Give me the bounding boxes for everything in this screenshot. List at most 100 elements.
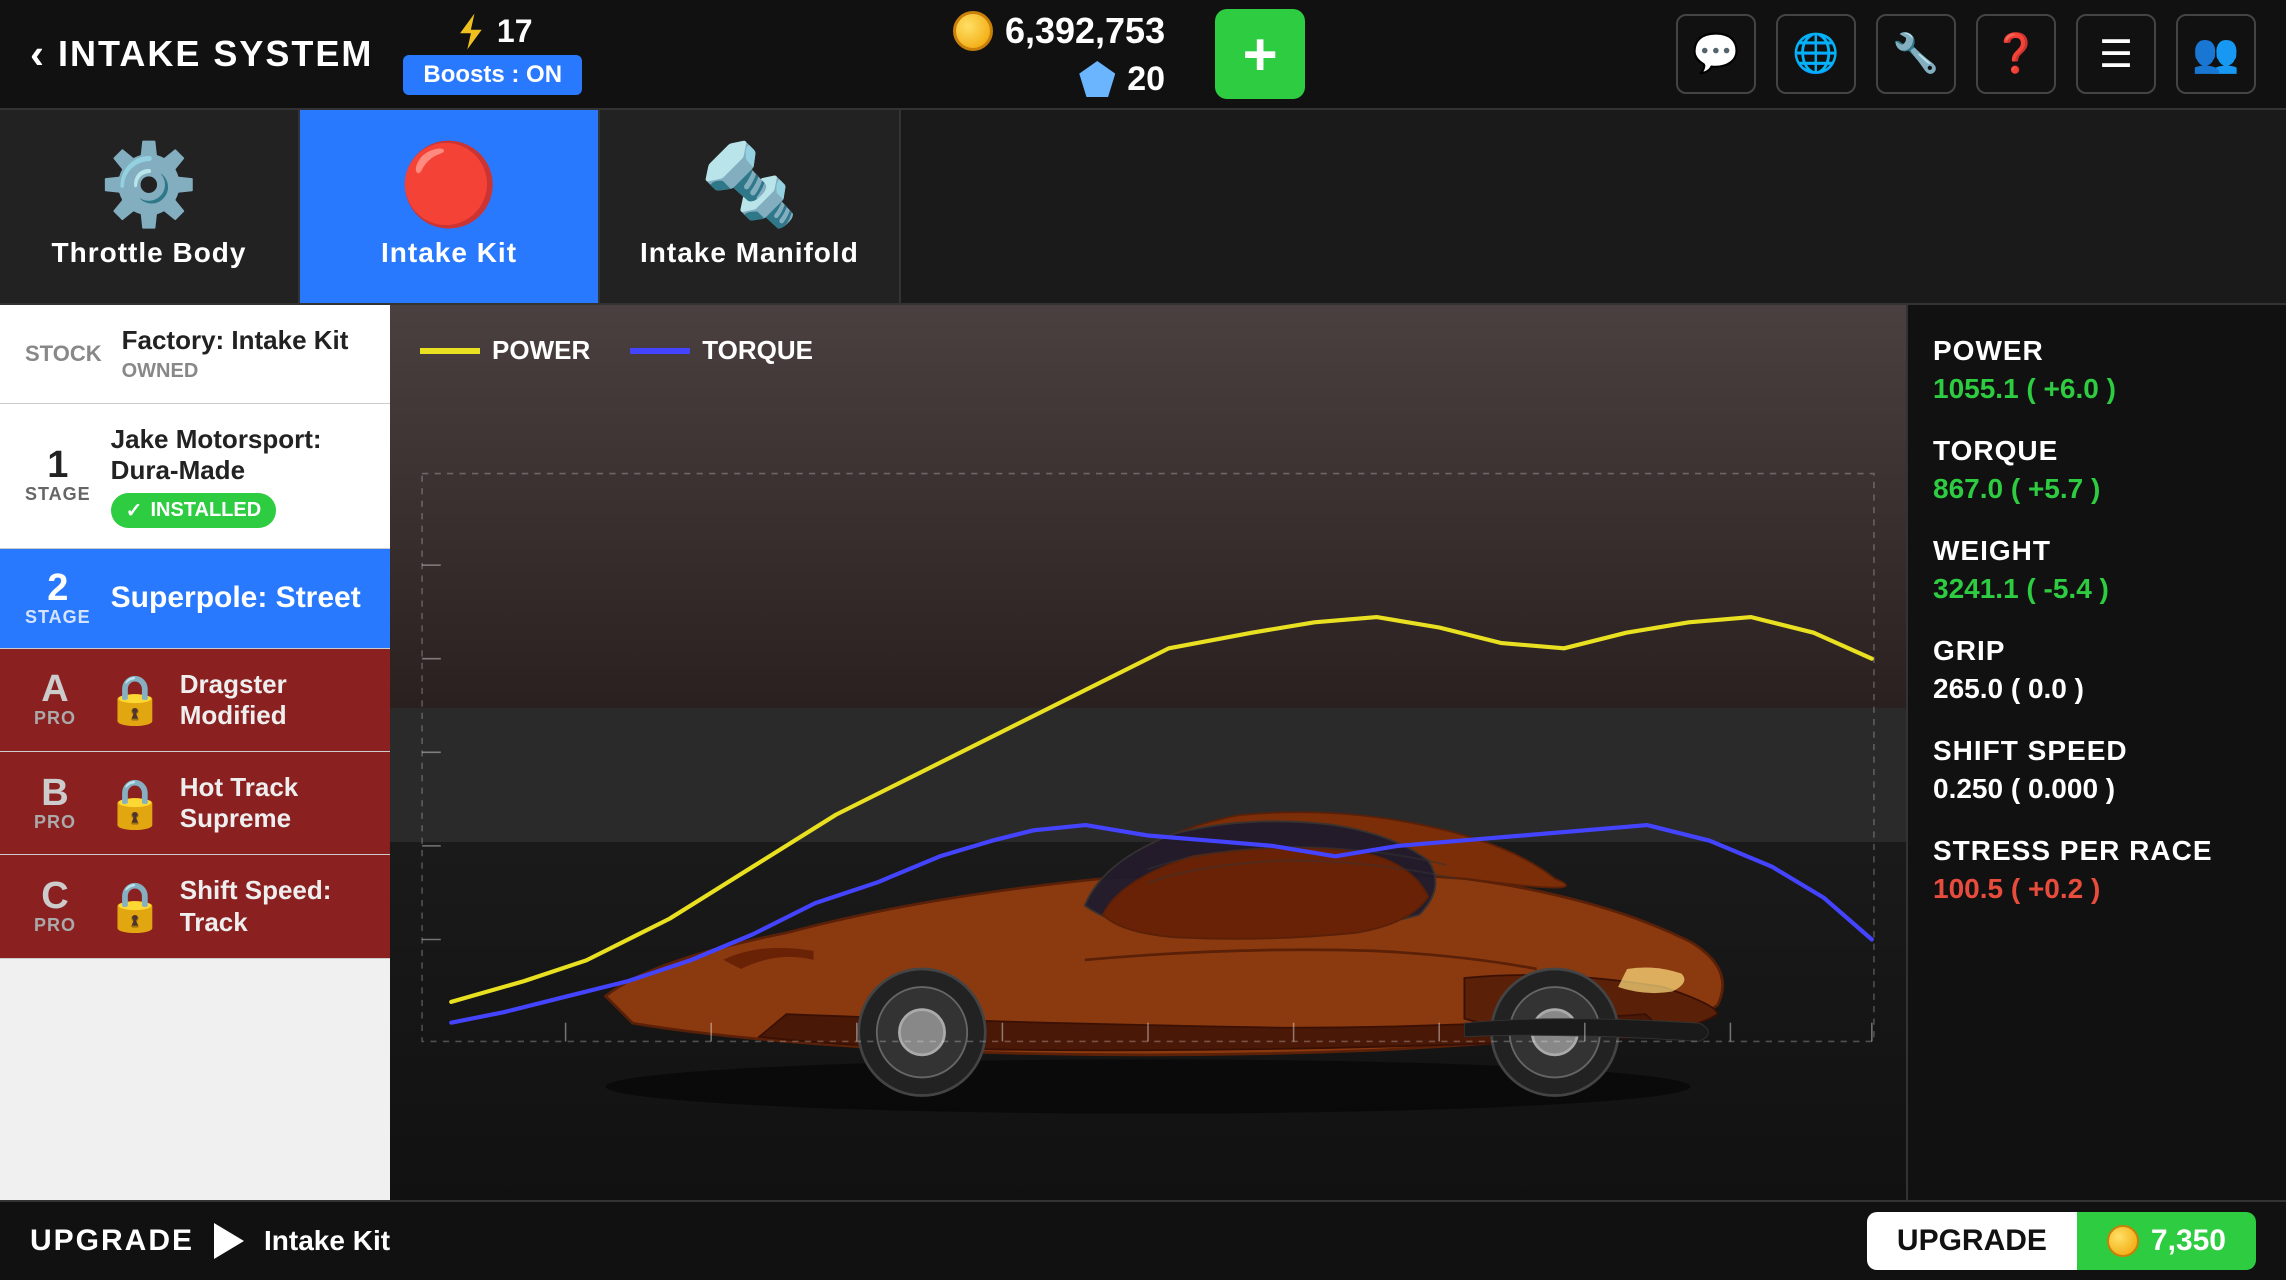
question-icon: ❓ (1992, 32, 2039, 76)
stat-stress: STRESS PER RACE 100.5 ( +0.2 ) (1933, 835, 2261, 905)
pro-b-num: B (41, 774, 68, 812)
chart-svg (420, 395, 1876, 1120)
pro-a-num: A (41, 670, 68, 708)
pro-b-label: PRO (34, 812, 76, 833)
upgrade-info-pro-c: Shift Speed: Track (180, 875, 365, 937)
torque-legend-label: TORQUE (702, 335, 813, 366)
wrench-icon: 🔧 (1892, 32, 1939, 76)
tab-throttle-body[interactable]: ⚙️ Throttle Body (0, 110, 300, 303)
price-value: 7,350 (2151, 1224, 2226, 1258)
tab-intake-kit-label: Intake Kit (381, 237, 517, 269)
power-legend-item: POWER (420, 335, 590, 366)
lightning-badge: 17 (453, 13, 533, 50)
header-left: ‹ INTAKE SYSTEM 17 Boosts : ON (30, 13, 582, 95)
menu-icon: ☰ (2099, 32, 2133, 77)
lock-icon-a: 🔒 (105, 671, 165, 728)
stage1-label: STAGE (25, 484, 91, 505)
play-icon (214, 1223, 244, 1259)
social-button[interactable]: 👥 (2176, 14, 2256, 94)
stat-torque-label: TORQUE (1933, 435, 2261, 467)
pro-c-label: PRO (34, 915, 76, 936)
torque-legend-item: TORQUE (630, 335, 813, 366)
upgrade-item-pro-a[interactable]: A PRO 🔒 Dragster Modified (0, 649, 390, 752)
upgrade-info-pro-a: Dragster Modified (180, 669, 365, 731)
lock-icon-container-c: 🔒 (105, 878, 165, 935)
stat-weight-label: WEIGHT (1933, 535, 2261, 567)
stat-weight-value: 3241.1 ( -5.4 ) (1933, 573, 2261, 605)
upgrade-info-stage1: Jake Motorsport: Dura-Made ✓ INSTALLED (111, 424, 365, 527)
coins-value: 6,392,753 (1005, 10, 1165, 52)
upgrade-name-pro-b: Hot Track Supreme (180, 772, 365, 834)
installed-label: INSTALLED (150, 499, 261, 522)
stat-torque-value: 867.0 ( +5.7 ) (1933, 473, 2261, 505)
tab-throttle-body-label: Throttle Body (52, 237, 247, 269)
upgrade-name-stage2: Superpole: Street (111, 580, 365, 616)
stat-torque: TORQUE 867.0 ( +5.7 ) (1933, 435, 2261, 505)
stat-power-value: 1055.1 ( +6.0 ) (1933, 373, 2261, 405)
upgrade-item-name: Intake Kit (264, 1225, 390, 1257)
back-button[interactable]: ‹ INTAKE SYSTEM (30, 30, 373, 78)
stage1-badge: 1 STAGE (25, 446, 91, 505)
price-tag: 7,350 (2077, 1212, 2256, 1270)
upgrade-item-stock[interactable]: STOCK Factory: Intake Kit OWNED (0, 305, 390, 404)
header-center: 6,392,753 20 + (953, 9, 1305, 99)
lock-icon-c: 🔒 (105, 878, 165, 935)
lock-icon-container-a: 🔒 (105, 671, 165, 728)
upgrade-info-stage2: Superpole: Street (111, 580, 365, 616)
car-view: POWER TORQUE (390, 305, 1906, 1200)
pro-c-num: C (41, 877, 68, 915)
upgrade-item-pro-b[interactable]: B PRO 🔒 Hot Track Supreme (0, 752, 390, 855)
upgrade-item-stage2[interactable]: 2 STAGE Superpole: Street (0, 549, 390, 649)
tabs-row: ⚙️ Throttle Body 🔴 Intake Kit 🔩 Intake M… (0, 110, 2286, 305)
stat-grip-value: 265.0 ( 0.0 ) (1933, 673, 2261, 705)
coins-display: 6,392,753 (953, 10, 1165, 52)
installed-badge: ✓ INSTALLED (111, 493, 277, 528)
stat-shift-speed: SHIFT SPEED 0.250 ( 0.000 ) (1933, 735, 2261, 805)
stat-stress-label: STRESS PER RACE (1933, 835, 2261, 867)
stage2-badge: 2 STAGE (25, 569, 91, 628)
diamonds-value: 20 (1127, 60, 1165, 99)
stats-panel: POWER 1055.1 ( +6.0 ) TORQUE 867.0 ( +5.… (1906, 305, 2286, 1200)
upgrade-info-stock: Factory: Intake Kit OWNED (122, 325, 365, 383)
lightning-count: 17 (497, 13, 533, 50)
upgrade-price-section[interactable]: UPGRADE 7,350 (1867, 1212, 2256, 1270)
stat-stress-value: 100.5 ( +0.2 ) (1933, 873, 2261, 905)
stage2-label: STAGE (25, 607, 91, 628)
bottom-bar: UPGRADE Intake Kit UPGRADE 7,350 (0, 1200, 2286, 1280)
help-button[interactable]: ❓ (1976, 14, 2056, 94)
lightning-icon (453, 14, 489, 50)
stat-shift-speed-value: 0.250 ( 0.000 ) (1933, 773, 2261, 805)
upgrade-name-stock: Factory: Intake Kit (122, 325, 365, 356)
upgrade-button[interactable]: UPGRADE (1867, 1212, 2077, 1270)
stat-weight: WEIGHT 3241.1 ( -5.4 ) (1933, 535, 2261, 605)
stat-shift-speed-label: SHIFT SPEED (1933, 735, 2261, 767)
stock-stage-label: STOCK (25, 341, 102, 367)
upgrade-item-pro-c[interactable]: C PRO 🔒 Shift Speed: Track (0, 855, 390, 958)
upgrade-list: STOCK Factory: Intake Kit OWNED 1 STAGE … (0, 305, 390, 1200)
menu-button[interactable]: ☰ (2076, 14, 2156, 94)
wrench-button[interactable]: 🔧 (1876, 14, 1956, 94)
stat-grip-label: GRIP (1933, 635, 2261, 667)
throttle-body-icon: ⚙️ (99, 145, 199, 225)
power-legend-line (420, 348, 480, 354)
header: ‹ INTAKE SYSTEM 17 Boosts : ON 6,392,753… (0, 0, 2286, 110)
upgrade-info-pro-b: Hot Track Supreme (180, 772, 365, 834)
back-arrow-icon: ‹ (30, 30, 46, 78)
chat-button[interactable]: 💬 (1676, 14, 1756, 94)
tab-intake-manifold[interactable]: 🔩 Intake Manifold (600, 110, 901, 303)
pro-a-badge: A PRO (25, 670, 85, 729)
upgrade-text: UPGRADE (30, 1224, 194, 1258)
diamonds-display: 20 (1079, 60, 1165, 99)
globe-button[interactable]: 🌐 (1776, 14, 1856, 94)
upgrade-item-stage1[interactable]: 1 STAGE Jake Motorsport: Dura-Made ✓ INS… (0, 404, 390, 548)
boosts-button[interactable]: Boosts : ON (403, 55, 582, 95)
lock-icon-b: 🔒 (105, 775, 165, 832)
stat-power: POWER 1055.1 ( +6.0 ) (1933, 335, 2261, 405)
add-currency-button[interactable]: + (1215, 9, 1305, 99)
tab-intake-kit[interactable]: 🔴 Intake Kit (300, 110, 600, 303)
checkmark-icon: ✓ (126, 498, 143, 523)
stage2-num: 2 (47, 569, 68, 607)
upgrade-name-pro-a: Dragster Modified (180, 669, 365, 731)
stat-grip: GRIP 265.0 ( 0.0 ) (1933, 635, 2261, 705)
tab-intake-manifold-label: Intake Manifold (640, 237, 859, 269)
